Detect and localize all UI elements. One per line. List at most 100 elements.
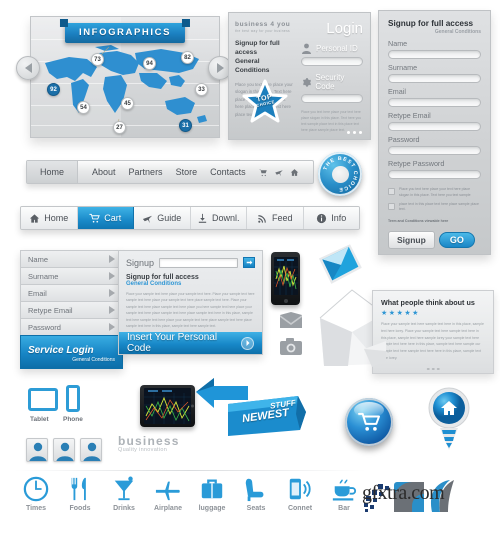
arrow-right-icon: [246, 260, 252, 265]
airplane-icon[interactable]: [274, 168, 284, 177]
business-logo: business 4 you the best way for your bus…: [235, 21, 293, 33]
feature-icon-seats[interactable]: Seats: [234, 476, 278, 512]
suitcase-icon: [201, 479, 223, 499]
map-marker[interactable]: 45: [121, 97, 134, 110]
map-marker[interactable]: 94: [143, 57, 156, 70]
cart-icon[interactable]: [258, 168, 268, 177]
signup-search-input[interactable]: [159, 257, 238, 268]
testimonial-dots[interactable]: [426, 367, 440, 370]
info-icon: [317, 213, 327, 223]
star-icon: ★: [404, 310, 411, 317]
pagination-dots[interactable]: [347, 131, 362, 134]
testimonial-heading: What people think about us: [381, 298, 475, 307]
map-marker[interactable]: 31: [179, 119, 192, 132]
carousel-prev-button[interactable]: [16, 56, 40, 80]
feature-icon-luggage[interactable]: luggage: [190, 476, 234, 512]
tab-label: Feed: [271, 213, 293, 223]
map-marker[interactable]: 73: [91, 53, 104, 66]
download-icon: [198, 213, 207, 223]
map-marker[interactable]: 54: [77, 101, 90, 114]
feature-icon-row: Times Foods Drinks Airplane luggage Seats Conn…: [14, 476, 366, 512]
page-fold-icon: [364, 341, 386, 367]
service-row-password[interactable]: Password: [20, 318, 123, 335]
map-marker[interactable]: 27: [113, 121, 126, 134]
star-icon: ★: [381, 310, 388, 317]
terms-checkbox-1[interactable]: [388, 188, 395, 195]
testimonial-panel: What people think about us ★ ★ ★ ★ ★ Place y…: [364, 290, 494, 374]
primary-nav-icons: [258, 168, 299, 177]
nav-item-partners[interactable]: Partners: [129, 167, 163, 177]
feature-icon-airplane[interactable]: Airplane: [146, 476, 190, 512]
signup-button[interactable]: Signup: [388, 231, 435, 250]
home-icon: [30, 213, 40, 223]
avatar-group: [26, 438, 102, 462]
camera-icon[interactable]: [280, 338, 302, 355]
best-choice-text-ring: THE BEST CHOICE: [323, 156, 357, 192]
service-login-form: Name Surname Email Retype Email Password Serv…: [20, 250, 123, 369]
signup-field-input[interactable]: [388, 98, 481, 107]
signup-search-label: Signup: [126, 257, 155, 268]
terms-row-1[interactable]: Place you text here place your text here…: [388, 187, 481, 199]
service-row-retypeemail[interactable]: Retype Email: [20, 301, 123, 318]
terms-conditions-link[interactable]: Term and Conditions viewable here: [388, 219, 481, 223]
home-icon[interactable]: [290, 168, 299, 177]
signup-field-label: Surname: [388, 63, 418, 72]
tab-guide[interactable]: Guide: [134, 207, 191, 229]
personal-id-label: Personal ID: [316, 44, 358, 53]
signup-field-input[interactable]: [388, 170, 481, 179]
tablet-home-button: [190, 404, 194, 408]
signup-form-panel: Signup for full access General Condition…: [378, 10, 491, 255]
signup-search-submit[interactable]: [243, 257, 255, 268]
service-row-surname[interactable]: Surname: [20, 267, 123, 284]
personal-id-input[interactable]: [301, 57, 363, 66]
map-marker[interactable]: 82: [181, 51, 194, 64]
service-row-email[interactable]: Email: [20, 284, 123, 301]
terms-row-2[interactable]: place text in this place text here place…: [388, 202, 481, 214]
cart-button-orb[interactable]: [345, 398, 393, 446]
signup-field-label: Retype Password: [388, 159, 445, 168]
seat-icon: [245, 478, 264, 502]
security-code-input[interactable]: [301, 94, 363, 103]
nav-item-contacts[interactable]: Contacts: [210, 167, 246, 177]
feature-icon-connet[interactable]: Connet: [278, 476, 322, 512]
feature-icon-times[interactable]: Times: [14, 476, 58, 512]
feature-icon-label: luggage: [198, 505, 226, 512]
user-icon: [56, 442, 74, 461]
map-marker[interactable]: 33: [195, 83, 208, 96]
terms-text-2: place text in this place text here place…: [399, 201, 479, 212]
signup-field-label: Password: [388, 135, 420, 144]
feature-icon-drinks[interactable]: Drinks: [102, 476, 146, 512]
go-button[interactable]: GO: [438, 232, 475, 249]
terms-checkbox-2[interactable]: [388, 202, 395, 210]
business-info-column: business 4 you the best way for your bus…: [229, 13, 299, 139]
home-map-pin[interactable]: [428, 386, 470, 452]
nav-item-home[interactable]: Home: [27, 161, 79, 183]
nav-item-store[interactable]: Store: [176, 167, 198, 177]
tab-downl[interactable]: Downl.: [190, 207, 247, 229]
signup-field-input[interactable]: [388, 122, 481, 131]
tablet-chart: [144, 390, 191, 424]
signup-field-input[interactable]: [388, 50, 481, 59]
personal-code-panel: Signup Signup for full access General Co…: [118, 250, 263, 355]
cocktail-icon: [114, 476, 134, 501]
tab-feed[interactable]: Feed: [247, 207, 304, 229]
tab-label: Cart: [104, 213, 122, 223]
insert-code-bar[interactable]: Insert Your Personal Code: [119, 332, 262, 354]
ribbon-shape: [196, 378, 306, 436]
service-row-name[interactable]: Name: [20, 250, 123, 267]
tab-info[interactable]: Info: [303, 207, 359, 229]
signup-field-input[interactable]: [388, 146, 481, 155]
feature-icon-bar[interactable]: Bar: [322, 476, 366, 512]
tablet-screen: [144, 388, 191, 424]
map-marker[interactable]: 92: [47, 83, 60, 96]
tab-home[interactable]: Home: [21, 207, 78, 229]
security-code-label: Security Code: [315, 73, 345, 91]
service-login-footer[interactable]: Service Login General Conditions: [20, 335, 123, 369]
nav-item-about[interactable]: About: [92, 167, 116, 177]
signup-panel-subtitle: General Conditions: [434, 29, 481, 35]
mail-icon[interactable]: [280, 312, 302, 328]
chevron-right-icon: [109, 255, 115, 263]
signup-field-input[interactable]: [388, 74, 481, 83]
tab-cart[interactable]: Cart: [77, 207, 134, 229]
feature-icon-foods[interactable]: Foods: [58, 476, 102, 512]
